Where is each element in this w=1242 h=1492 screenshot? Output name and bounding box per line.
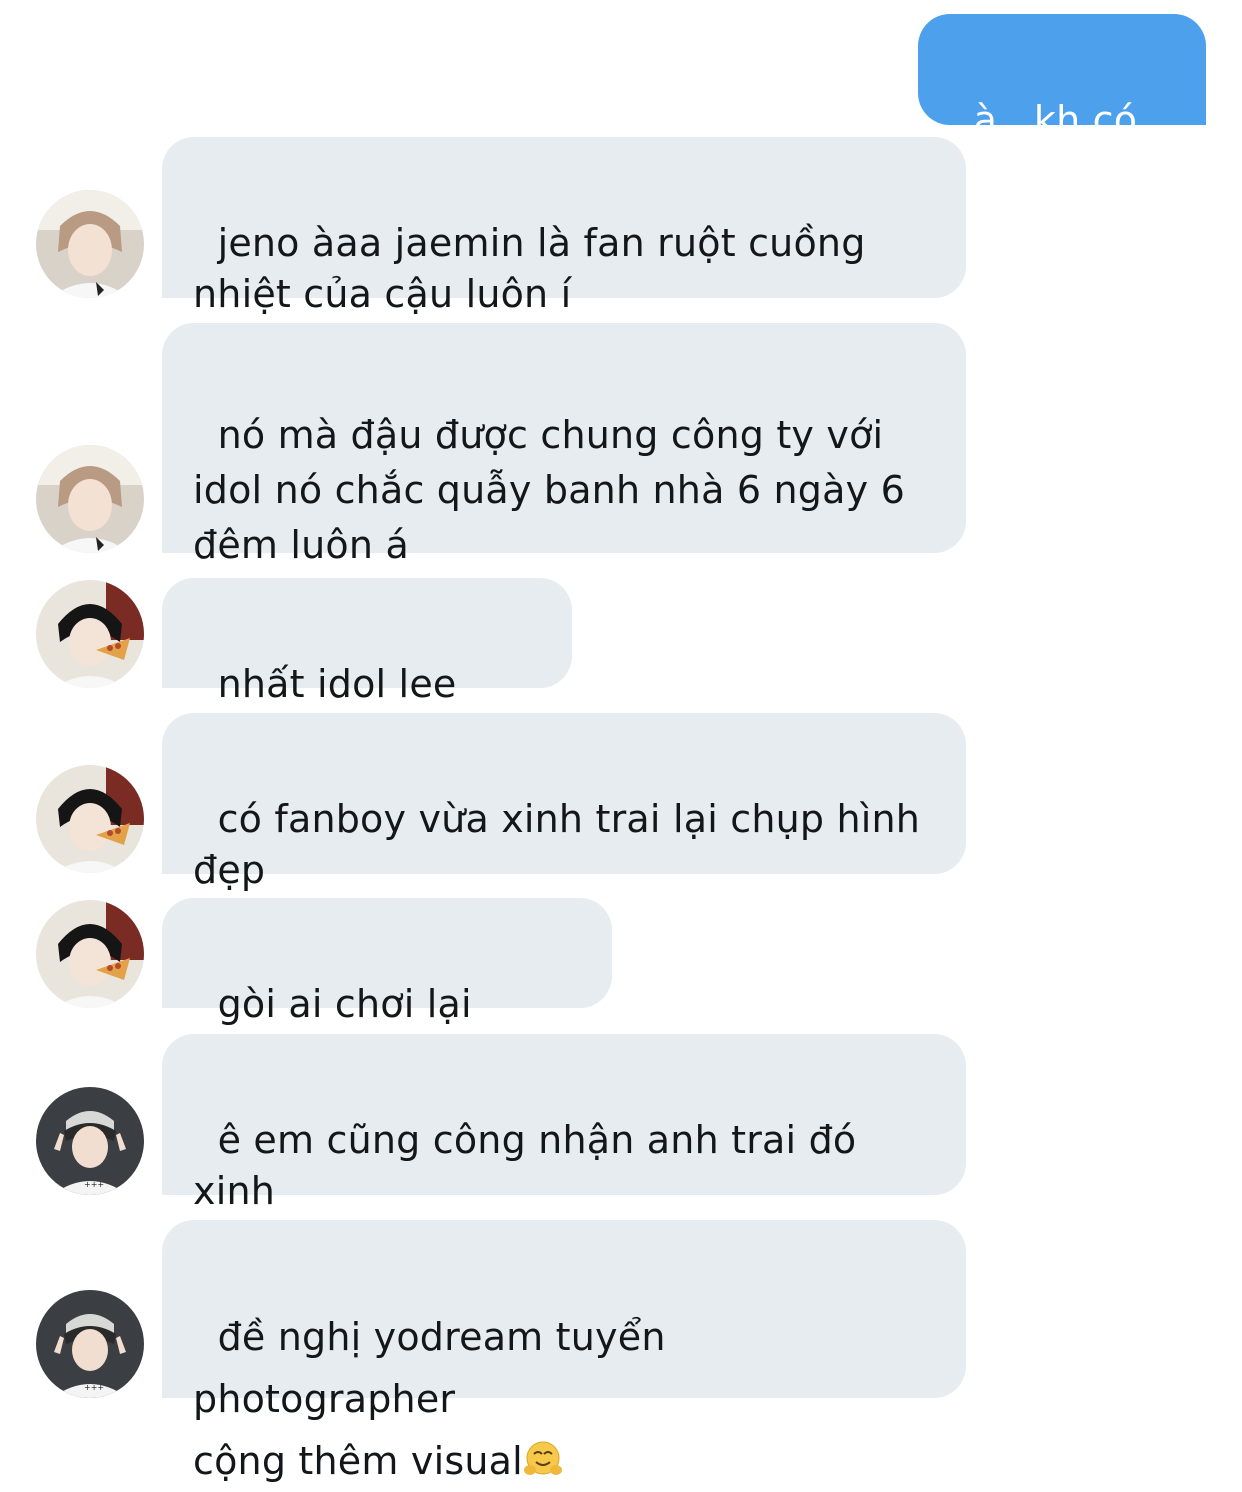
svg-text:+++: +++ <box>84 1180 104 1189</box>
svg-text:+++: +++ <box>84 1383 104 1392</box>
avatar[interactable] <box>36 580 144 688</box>
avatar[interactable]: +++ <box>36 1290 144 1398</box>
avatar[interactable] <box>36 900 144 1008</box>
message-bubble-incoming[interactable]: gòi ai chơi lại ông?? <box>162 898 612 1077</box>
avatar[interactable] <box>36 445 144 553</box>
message-text: nó mà đậu được chung công ty với idol nó… <box>193 413 905 567</box>
message-bubble-incoming[interactable]: ê em cũng công nhận anh trai đó xinh thi… <box>162 1034 966 1264</box>
message-bubble-incoming[interactable]: jeno àaa jaemin là fan ruột cuồng nhiệt … <box>162 137 966 316</box>
message-bubble-incoming[interactable]: có fanboy vừa xinh trai lại chụp hình đẹ… <box>162 713 966 892</box>
avatar[interactable]: +++ <box>36 1087 144 1195</box>
hugging-face-emoji-icon <box>523 1441 562 1475</box>
message-text: jeno àaa jaemin là fan ruột cuồng nhiệt … <box>193 221 866 316</box>
message-bubble-incoming[interactable]: nó mà đậu được chung công ty với idol nó… <box>162 323 966 618</box>
avatar[interactable] <box>36 765 144 873</box>
message-text: đề nghị yodream tuyển photographer cộng … <box>193 1315 666 1483</box>
message-bubble-incoming[interactable]: đề nghị yodream tuyển photographer cộng … <box>162 1220 966 1483</box>
message-text: à.. kh có gì <box>949 98 1150 193</box>
avatar[interactable] <box>36 190 144 298</box>
message-bubble-outgoing[interactable]: à.. kh có gì <box>918 14 1206 193</box>
message-text: có fanboy vừa xinh trai lại chụp hình đẹ… <box>193 797 921 892</box>
message-bubble-incoming[interactable]: nhất idol lee jeno <box>162 578 572 757</box>
